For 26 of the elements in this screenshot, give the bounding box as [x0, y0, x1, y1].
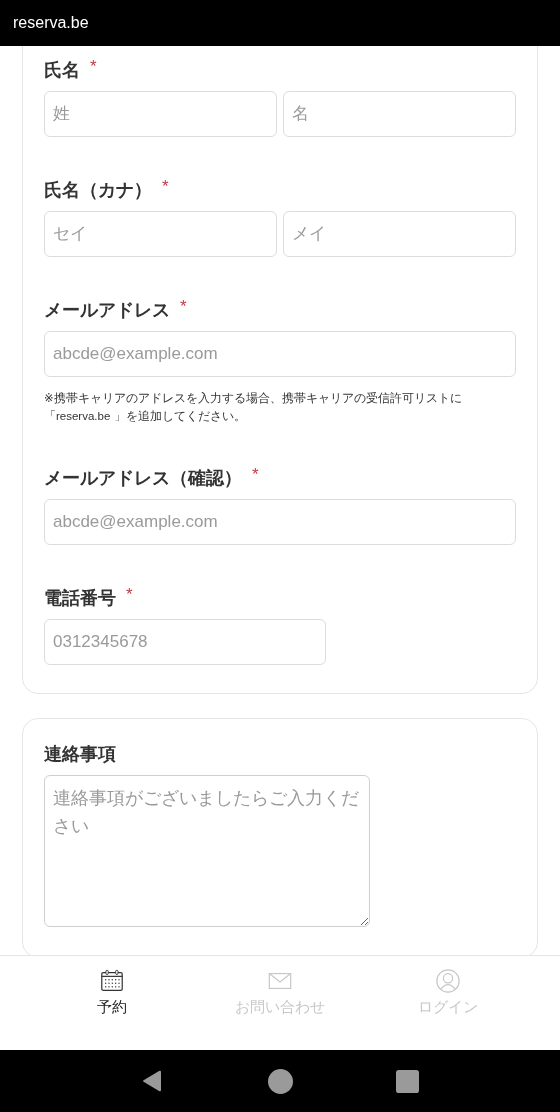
- input-field[interactable]: 0312345678: [44, 619, 326, 665]
- field-label: メールアドレス: [44, 299, 170, 322]
- required-mark: *: [252, 465, 259, 485]
- user-icon: [435, 968, 461, 994]
- input-field[interactable]: abcde@example.com: [44, 331, 516, 377]
- required-mark: *: [126, 585, 133, 605]
- home-icon[interactable]: [268, 1068, 293, 1094]
- field-label: メールアドレス（確認）: [44, 467, 242, 490]
- required-mark: *: [180, 297, 187, 317]
- field-label: 連絡事項: [44, 743, 117, 766]
- site-title: reserva.be: [13, 14, 89, 32]
- required-mark: *: [90, 57, 97, 77]
- required-mark: *: [162, 177, 169, 197]
- help-text: ※携帯キャリアのアドレスを入力する場合、携帯キャリアの受信許可リストに「reserva.be 」を追加してください。: [44, 391, 463, 424]
- input-field[interactable]: abcde@example.com: [44, 499, 516, 545]
- field-label: 電話番号: [44, 587, 116, 610]
- input-field[interactable]: メイ: [283, 211, 516, 257]
- input-field[interactable]: 名: [283, 91, 516, 137]
- field-label: 氏名（カナ）: [44, 179, 152, 202]
- input-field[interactable]: セイ: [44, 211, 277, 257]
- calendar-icon: [99, 968, 125, 994]
- text-area[interactable]: 連絡事項がございましたらご入力ください: [44, 775, 370, 927]
- recents-icon[interactable]: [395, 1069, 419, 1093]
- nav-tab[interactable]: 予約: [37, 968, 187, 1017]
- input-field[interactable]: 姓: [44, 91, 277, 137]
- field-label: 氏名: [44, 59, 80, 82]
